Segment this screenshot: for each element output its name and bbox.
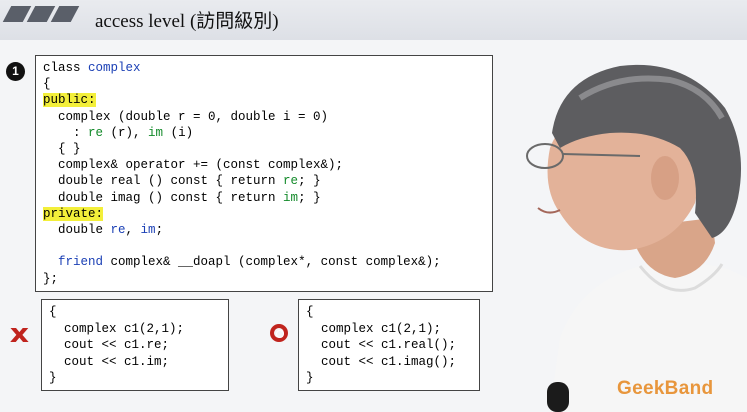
code-token: , (125, 223, 141, 237)
header-stripes-icon (2, 6, 80, 22)
wrong-mark-icon: x (9, 319, 30, 349)
code-token: complex (double r = 0, double i = 0) (43, 109, 329, 124)
code-token: complex (88, 61, 141, 75)
code-line: complex& operator += (const complex&); (43, 157, 343, 173)
access-specifier: public: (43, 93, 96, 108)
code-token: { (43, 77, 51, 92)
code-token: friend (58, 255, 104, 270)
code-line: public: (43, 92, 96, 108)
code-line: complex (double r = 0, double i = 0) (43, 109, 328, 125)
code-line: double real () const { return re; } (43, 173, 321, 189)
code-token: complex& operator += (const complex&); (43, 158, 344, 173)
code-token: double (43, 223, 111, 237)
code-token: im (140, 223, 156, 237)
code-line: class complex (43, 60, 141, 76)
code-line: } (306, 371, 314, 386)
code-token: ; } (298, 190, 321, 205)
code-token: ; (155, 223, 164, 237)
code-line: { (49, 305, 57, 319)
code-token: { } (43, 142, 81, 156)
code-token: re (110, 223, 126, 237)
code-line: friend complex& __doapl (complex*, const… (43, 254, 441, 270)
code-token: : (43, 125, 89, 140)
code-token: }; (43, 271, 59, 286)
code-line: double re, im; (43, 222, 163, 238)
code-line: private: (43, 206, 104, 222)
code-line: complex c1(2,1); (49, 321, 185, 336)
code-line: complex c1(2,1); (306, 321, 442, 336)
code-token: re (283, 174, 299, 189)
code-token: re (88, 125, 104, 140)
code-line: }; (43, 271, 58, 287)
correct-usage-code-box: { complex c1(2,1); cout << c1.real(); co… (298, 299, 480, 391)
code-line: cout << c1.im; (49, 354, 170, 369)
correct-mark-icon (270, 324, 288, 342)
class-code-box: class complex{public: complex (double r … (35, 55, 493, 292)
code-token: im (283, 190, 299, 205)
code-token: double real () const { return (43, 174, 284, 189)
code-line: { } (43, 141, 81, 157)
code-token: ; } (298, 174, 321, 189)
brand-watermark: GeekBand (617, 378, 714, 399)
code-line: cout << c1.real(); (306, 338, 457, 353)
code-line: { (306, 305, 314, 319)
page-title: access level (訪問級別) (95, 11, 279, 32)
code-line: : re (r), im (i) (43, 125, 193, 141)
header-bar: access level (訪問級別) (0, 0, 747, 40)
code-token: (i) (163, 125, 194, 140)
code-line: cout << c1.re; (49, 338, 170, 353)
code-line: { (43, 76, 51, 92)
code-line: cout << c1.imag(); (306, 354, 457, 369)
step-number-badge: 1 (6, 62, 25, 81)
presenter-video (526, 64, 747, 412)
code-line: } (49, 371, 57, 386)
code-token: class (43, 61, 89, 75)
slide: access level (訪問級別) 1 class complex{publ… (0, 0, 747, 412)
access-specifier: private: (43, 206, 104, 221)
code-token: im (148, 125, 164, 140)
code-token: double imag () const { return (43, 190, 284, 205)
code-line: double imag () const { return im; } (43, 190, 321, 206)
wrong-usage-code-box: { complex c1(2,1); cout << c1.re; cout <… (41, 299, 229, 391)
code-token: complex& __doapl (complex*, const comple… (103, 255, 441, 270)
code-token: (r), (103, 125, 149, 140)
